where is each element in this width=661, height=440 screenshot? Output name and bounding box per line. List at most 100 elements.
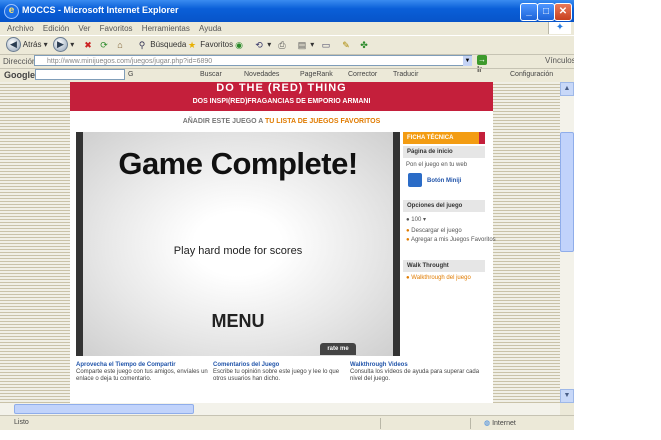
menu-edicion[interactable]: Edición xyxy=(43,24,69,33)
google-options-button[interactable]: Configuración xyxy=(510,71,553,78)
game-complete-title: Game Complete! xyxy=(118,146,358,181)
star-icon: ★ xyxy=(187,39,197,50)
download-game-label: Descargar el juego xyxy=(411,228,462,234)
hscroll-thumb[interactable] xyxy=(14,404,194,414)
horizontal-scrollbar[interactable] xyxy=(0,403,560,415)
window-title: MOCCS - Microsoft Internet Explorer xyxy=(22,5,179,15)
edit-icon: ▤ xyxy=(297,39,307,50)
game-canvas[interactable]: Game Complete! Play hard mode for scores… xyxy=(83,132,393,356)
walkthrough-link-label: Walkthrough del juego xyxy=(411,275,471,281)
history-icon: ⟲ xyxy=(255,39,263,50)
sidebar-home-link[interactable]: Página de inicio xyxy=(403,146,485,158)
maximize-button[interactable]: □ xyxy=(537,3,555,21)
game-menu-button[interactable]: MENU xyxy=(83,311,393,332)
go-arrow-icon: → xyxy=(477,55,487,65)
banner-title: DO THE (RED) THING xyxy=(216,82,347,94)
address-input[interactable]: http://www.minijuegos.com/juegos/jugar.p… xyxy=(34,55,472,66)
bullet-icon: ● xyxy=(406,237,410,243)
add-favorites-label: Agregar a mis Juegos Favoritos xyxy=(410,237,496,243)
edit-button[interactable]: ▤ ▾ xyxy=(296,37,315,53)
refresh-icon: ⟳ xyxy=(100,39,108,50)
google-item-corrector[interactable]: Corrector xyxy=(348,71,377,78)
favorites-button[interactable]: ★ Favoritos xyxy=(186,37,233,53)
bullet-icon: ● xyxy=(406,275,410,281)
status-text: Listo xyxy=(14,419,29,426)
menu-ayuda[interactable]: Ayuda xyxy=(199,24,222,33)
forward-arrow-icon: ▶ xyxy=(53,37,68,53)
search-label: Búsqueda xyxy=(150,40,187,49)
print-icon: ⎙ xyxy=(278,39,286,50)
walkthrough-link[interactable]: ● Walkthrough del juego xyxy=(406,275,471,281)
google-item-pagerank[interactable]: PageRank xyxy=(300,71,333,78)
ad-banner[interactable]: DO THE (RED) THING DOS INSPI(RED)FRAGANC… xyxy=(70,82,493,111)
media-icon: ◉ xyxy=(235,39,243,50)
forward-button[interactable]: ▶ ▾ xyxy=(53,37,74,53)
google-search-input[interactable] xyxy=(35,69,125,80)
info-heading[interactable]: Walkthrough Videos xyxy=(350,362,484,368)
address-dropdown-icon[interactable]: ▼ xyxy=(463,56,472,66)
menu-favoritos[interactable]: Favoritos xyxy=(100,24,133,33)
download-game-link[interactable]: ● Descargar el juego xyxy=(406,228,462,234)
favorites-link-row: AÑADIR ESTE JUEGO A TU LISTA DE JUEGOS F… xyxy=(70,118,493,125)
scroll-thumb[interactable] xyxy=(560,132,574,252)
search-icon: ⚲ xyxy=(138,39,146,50)
size-selector[interactable]: ● 100 ▾ xyxy=(406,216,426,223)
discuss-button[interactable]: ▭ xyxy=(320,37,332,53)
scroll-down-icon[interactable]: ▼ xyxy=(560,389,574,403)
google-item-traducir[interactable]: Traducir xyxy=(393,71,418,78)
stop-icon: ✖ xyxy=(84,39,92,50)
search-button[interactable]: ⚲ Búsqueda xyxy=(136,37,187,53)
game-box-icon xyxy=(408,173,422,187)
home-icon: ⌂ xyxy=(117,39,123,50)
banner-subtitle: DOS INSPI(RED)FRAGANCIAS DE EMPORIO ARMA… xyxy=(192,98,371,105)
close-button[interactable]: ✕ xyxy=(554,3,572,21)
bullet-icon: ● xyxy=(406,228,410,234)
info-heading[interactable]: Comentarios del Juego xyxy=(213,362,347,368)
history-button[interactable]: ⟲ ▾ xyxy=(253,37,271,53)
info-text: Comparte este juego con tus amigos, enví… xyxy=(76,369,208,382)
internet-zone: ◍ Internet xyxy=(484,419,516,427)
google-item-buscar[interactable]: Buscar xyxy=(200,71,222,78)
print-button[interactable]: ⎙ xyxy=(276,37,288,53)
google-toolbar: Google G Buscar Novedades PageRank Corre… xyxy=(0,68,574,82)
status-divider xyxy=(380,418,381,429)
scroll-up-icon[interactable]: ▲ xyxy=(560,82,574,96)
windows-logo-icon: ✦ xyxy=(548,22,571,34)
sidebar-promo-text: Pon el juego en tu web xyxy=(406,162,468,168)
browser-window: e MOCCS - Microsoft Internet Explorer _ … xyxy=(0,0,574,430)
status-divider xyxy=(470,418,471,429)
back-button[interactable]: ◀ Atrás ▾ xyxy=(6,37,48,53)
discuss-icon: ▭ xyxy=(321,39,331,50)
sidebar-options-title: Opciones del juego xyxy=(403,200,485,212)
sidebar-promo-link[interactable]: Botón Miniji xyxy=(427,178,461,184)
ie-icon: e xyxy=(4,4,19,19)
add-favorites-link[interactable]: ● Agregar a mis Juegos Favoritos xyxy=(406,237,496,243)
minimize-button[interactable]: _ xyxy=(520,3,538,21)
links-button[interactable]: Vínculos xyxy=(545,56,574,65)
google-search-button[interactable]: G xyxy=(128,71,133,78)
info-heading[interactable]: Aprovecha el Tiempo de Compartir xyxy=(76,362,210,368)
menu-ver[interactable]: Ver xyxy=(78,24,90,33)
research-button[interactable]: ✎ xyxy=(340,37,352,53)
go-button[interactable]: → Ir xyxy=(477,55,493,74)
stop-button[interactable]: ✖ xyxy=(82,37,94,53)
game-sidebar: FICHA TÉCNICA Página de inicio Pon el ju… xyxy=(403,132,496,356)
media-button[interactable]: ◉ xyxy=(233,37,245,53)
menu-herramientas[interactable]: Herramientas xyxy=(142,24,190,33)
vertical-scrollbar[interactable]: ▲ ▼ xyxy=(560,82,574,403)
menu-archivo[interactable]: Archivo xyxy=(7,24,34,33)
favorites-prefix: AÑADIR ESTE JUEGO A xyxy=(182,118,264,125)
favorites-label: Favoritos xyxy=(200,40,234,49)
rate-me-button[interactable]: rate me xyxy=(320,343,356,355)
globe-icon: ◍ xyxy=(484,420,491,427)
menu-bar: Archivo Edición Ver Favoritos Herramient… xyxy=(0,22,574,35)
title-bar: e MOCCS - Microsoft Internet Explorer _ … xyxy=(0,0,574,22)
refresh-button[interactable]: ⟳ xyxy=(98,37,110,53)
zone-label: Internet xyxy=(492,420,516,427)
add-to-favorites-link[interactable]: TU LISTA DE JUEGOS FAVORITOS xyxy=(265,118,380,125)
back-label: Atrás xyxy=(22,40,42,49)
home-button[interactable]: ⌂ xyxy=(114,37,126,53)
google-item-novedades[interactable]: Novedades xyxy=(244,71,279,78)
info-column-share: Aprovecha el Tiempo de Compartir Compart… xyxy=(76,362,210,403)
messenger-button[interactable]: ✤ xyxy=(358,37,370,53)
